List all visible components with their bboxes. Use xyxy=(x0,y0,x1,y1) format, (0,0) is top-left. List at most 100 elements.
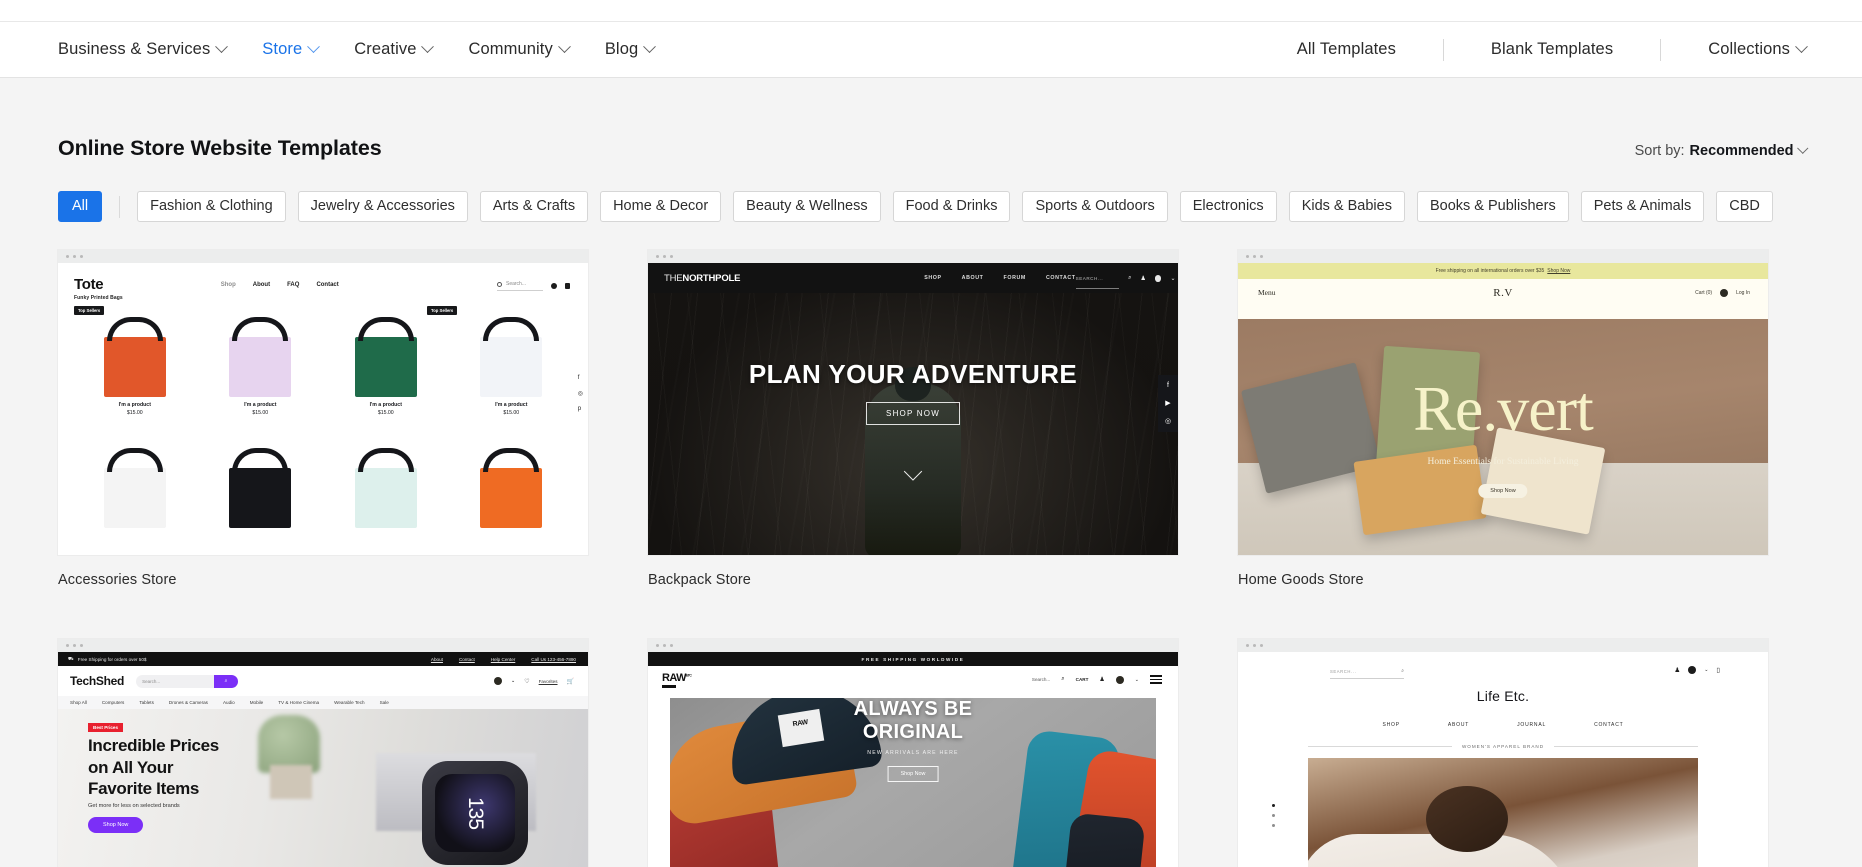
account-icon xyxy=(1115,675,1124,684)
template-thumbnail[interactable]: THENORTHPOLE SHOP ABOUT FORUM CONTACT SE… xyxy=(648,250,1178,555)
headline-line-1: Incredible Prices xyxy=(88,736,219,755)
filter-chip-electronics[interactable]: Electronics xyxy=(1179,191,1277,222)
filter-chip-beauty-wellness[interactable]: Beauty & Wellness xyxy=(733,191,881,222)
nav-left-group: Business & Services Store Creative Commu… xyxy=(58,40,657,59)
lifeetc-logo: Life Etc. xyxy=(1476,688,1530,704)
template-card[interactable]: Free shipping on all international order… xyxy=(1238,250,1768,588)
tote-product xyxy=(98,448,172,528)
account-icon xyxy=(1720,288,1729,297)
filter-chip-food-drinks[interactable]: Food & Drinks xyxy=(892,191,1011,222)
search-icon: ⌕ xyxy=(1401,668,1404,674)
nav-label: Community xyxy=(468,40,553,58)
template-title[interactable]: Home Goods Store xyxy=(1238,572,1768,588)
watch-face: 135 xyxy=(435,774,515,852)
bag-body xyxy=(480,468,543,528)
preview-screen: THENORTHPOLE SHOP ABOUT FORUM CONTACT SE… xyxy=(648,263,1178,555)
filter-chip-all[interactable]: All xyxy=(58,191,103,222)
template-card[interactable]: SEARCH... ⌕ ♟ ⌄ ▯ Life Etc. SHOP ABOUT J… xyxy=(1238,639,1768,867)
tote-tagline: Funky Printed Bags xyxy=(74,295,123,301)
template-card[interactable]: THENORTHPOLE SHOP ABOUT FORUM CONTACT SE… xyxy=(648,250,1178,588)
filter-chip-arts-crafts[interactable]: Arts & Crafts xyxy=(479,191,589,222)
headline-line-3: Favorite Items xyxy=(88,779,200,798)
filter-chip-jewelry-accessories[interactable]: Jewelry & Accessories xyxy=(297,191,468,222)
template-card[interactable]: FREE SHIPPING WORLDWIDE RAWETC Search...… xyxy=(648,639,1178,867)
window-dot-icon xyxy=(1246,644,1249,647)
filter-chip-home-decor[interactable]: Home & Decor xyxy=(600,191,722,222)
facebook-icon: f xyxy=(1167,382,1169,389)
rule-line xyxy=(1308,746,1452,747)
ts-nav-wearable-tech: Wearable Tech xyxy=(334,700,365,705)
northpole-header: THENORTHPOLE SHOP ABOUT FORUM CONTACT SE… xyxy=(648,263,1178,293)
template-card[interactable]: ⛟ Free Shipping for orders over 50$ Abou… xyxy=(58,639,588,867)
nav-item-all-templates[interactable]: All Templates xyxy=(1297,40,1396,59)
tote-search-placeholder: Search... xyxy=(506,281,527,287)
sort-by-dropdown[interactable]: Sort by: Recommended xyxy=(1635,142,1808,159)
nav-item-business-services[interactable]: Business & Services xyxy=(58,40,229,59)
bell-icon: ♟ xyxy=(1140,275,1146,282)
logo-underline xyxy=(662,684,676,688)
template-title[interactable]: Backpack Store xyxy=(648,572,1178,588)
category-filter-bar: All Fashion & Clothing Jewelry & Accesso… xyxy=(58,191,1806,222)
nav-divider xyxy=(1442,38,1444,61)
product-name: I'm a product xyxy=(495,402,528,408)
window-dot-icon xyxy=(656,255,659,258)
window-dot-icon xyxy=(1253,255,1256,258)
le-nav-contact: CONTACT xyxy=(1594,722,1624,728)
link-help-center: Help Center xyxy=(490,656,516,662)
ts-nav-mobile: Mobile xyxy=(249,700,264,705)
template-thumbnail[interactable]: FREE SHIPPING WORLDWIDE RAWETC Search...… xyxy=(648,639,1178,867)
nav-item-store[interactable]: Store xyxy=(262,40,321,59)
techshed-header: TechShed Search... ⌕ ⌄ ♡ Favorites 🛒 xyxy=(58,666,588,696)
headline-line-2: ORIGINAL xyxy=(862,721,964,743)
search-field: SEARCH... ⌕ xyxy=(1330,668,1404,679)
nav-item-blog[interactable]: Blog xyxy=(605,40,657,59)
bag-handle-icon xyxy=(357,317,414,341)
le-nav-journal: JOURNAL xyxy=(1517,722,1547,728)
techshed-header-actions: ⌄ ♡ Favorites 🛒 xyxy=(494,677,574,685)
hero-subline: NEW ARRIVALS ARE HERE xyxy=(867,750,959,756)
template-card[interactable]: Tote Funky Printed Bags Shop About FAQ C… xyxy=(58,250,588,588)
nav-label: Blank Templates xyxy=(1490,40,1614,58)
nav-item-creative[interactable]: Creative xyxy=(354,40,435,59)
hero-subline: Get more for less on selected brands xyxy=(88,803,180,809)
chevron-down-icon xyxy=(557,40,571,54)
template-thumbnail[interactable]: SEARCH... ⌕ ♟ ⌄ ▯ Life Etc. SHOP ABOUT J… xyxy=(1238,639,1768,867)
lifeetc-nav: SHOP ABOUT JOURNAL CONTACT xyxy=(1238,722,1768,728)
raw-logo: RAWETC xyxy=(662,672,692,688)
nav-label: Creative xyxy=(354,40,417,58)
watch-reading: 135 xyxy=(464,796,487,830)
hero-headline: Incredible Prices on All Your Favorite I… xyxy=(88,735,219,800)
template-thumbnail[interactable]: ⛟ Free Shipping for orders over 50$ Abou… xyxy=(58,639,588,867)
nav-item-collections[interactable]: Collections xyxy=(1708,40,1808,59)
window-dot-icon xyxy=(663,644,666,647)
nav-item-community[interactable]: Community xyxy=(468,40,571,59)
revert-logo: R.V xyxy=(1493,286,1513,299)
nav-label: Business & Services xyxy=(58,40,211,58)
slider-dot-active xyxy=(1272,804,1275,807)
window-dot-icon xyxy=(80,644,83,647)
template-title[interactable]: Accessories Store xyxy=(58,572,588,588)
link-contact: Contact xyxy=(458,656,475,662)
filter-chip-kids-babies[interactable]: Kids & Babies xyxy=(1288,191,1405,222)
filter-chip-pets-animals[interactable]: Pets & Animals xyxy=(1580,191,1705,222)
template-thumbnail[interactable]: Tote Funky Printed Bags Shop About FAQ C… xyxy=(58,250,588,555)
bag-handle-icon xyxy=(232,448,289,472)
filter-chip-sports-outdoors[interactable]: Sports & Outdoors xyxy=(1022,191,1168,222)
rule-line xyxy=(1554,746,1698,747)
techshed-logo: TechShed xyxy=(70,674,125,688)
tote-site-preview: Tote Funky Printed Bags Shop About FAQ C… xyxy=(58,263,588,555)
template-thumbnail[interactable]: Free shipping on all international order… xyxy=(1238,250,1768,555)
account-icon xyxy=(1688,666,1697,674)
favorites-label: Favorites xyxy=(538,678,558,684)
product-price: $15.00 xyxy=(503,410,520,416)
filter-chip-fashion-clothing[interactable]: Fashion & Clothing xyxy=(137,191,286,222)
filter-chip-books-publishers[interactable]: Books & Publishers xyxy=(1416,191,1569,222)
hero-photo xyxy=(1308,758,1698,867)
filter-chip-cbd[interactable]: CBD xyxy=(1716,191,1773,222)
ts-nav-drones-cameras: Drones & Cameras xyxy=(168,700,208,705)
raw-header-actions: Search... ⌕ CART ♟ ⌄ xyxy=(1032,675,1162,684)
ts-nav-sale: Sale xyxy=(379,700,389,705)
window-dot-icon xyxy=(663,255,666,258)
nav-item-blank-templates[interactable]: Blank Templates xyxy=(1491,40,1613,59)
chevron-down-icon xyxy=(421,40,435,54)
